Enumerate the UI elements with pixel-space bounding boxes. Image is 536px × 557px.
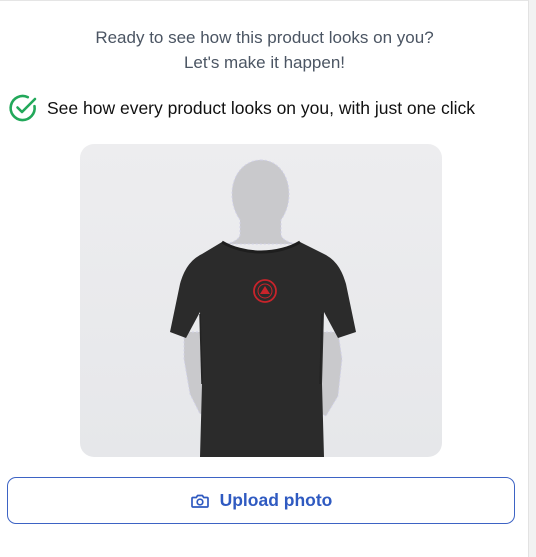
intro-text: Ready to see how this product looks on y… [0,25,529,75]
camera-icon [190,491,210,511]
benefit-row: See how every product looks on you, with… [8,93,475,123]
intro-line-2: Let's make it happen! [183,53,346,72]
check-circle-icon [8,93,38,123]
upload-photo-label: Upload photo [219,490,333,510]
upload-photo-button[interactable]: Upload photo [7,477,515,524]
product-preview-image [80,144,442,457]
intro-line-1: Ready to see how this product looks on y… [95,28,434,47]
virtual-try-on-panel: Ready to see how this product looks on y… [0,0,529,557]
benefit-text: See how every product looks on you, with… [47,97,475,118]
